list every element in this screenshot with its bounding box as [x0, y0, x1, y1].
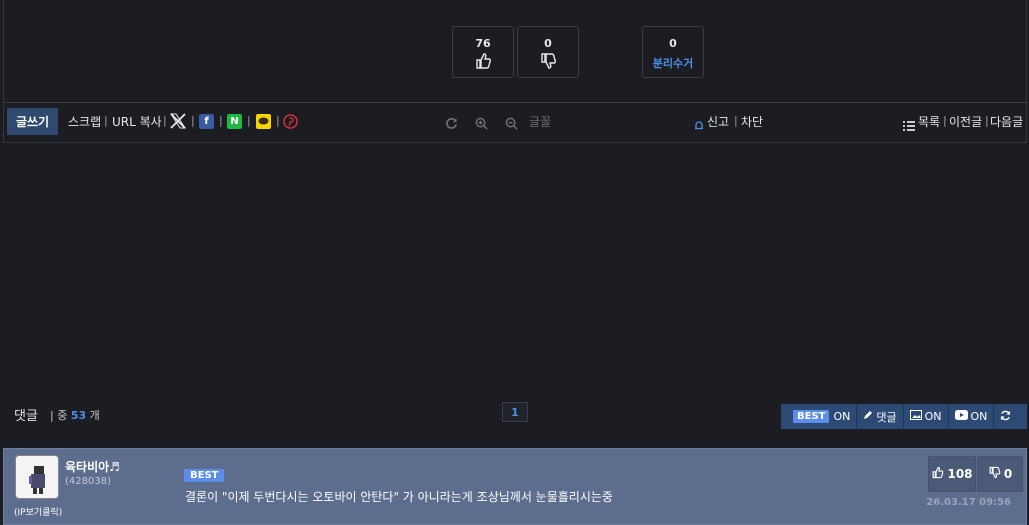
block-link[interactable]: 차단 — [741, 113, 763, 130]
separator: | — [191, 114, 195, 127]
upvote-button[interactable]: 76 — [452, 26, 514, 78]
thumbs-down-icon — [518, 52, 578, 70]
image-state: ON — [924, 410, 942, 423]
pencil-icon — [863, 410, 873, 423]
video-state: ON — [970, 410, 988, 423]
zoom-in-icon[interactable] — [475, 115, 488, 134]
comments-count: | 중 53 개 — [50, 409, 100, 422]
separator: | — [163, 114, 167, 127]
comment-date: 26.03.17 09:56 — [926, 497, 1011, 508]
separator: | — [219, 114, 223, 127]
downvote-button[interactable]: 0 — [517, 26, 579, 78]
comment-dislike-count: 0 — [1003, 467, 1013, 481]
scrap-link[interactable]: 스크랩 — [68, 113, 101, 130]
best-toggle[interactable]: BEST ON — [781, 404, 858, 429]
image-icon — [909, 410, 922, 423]
best-badge: BEST — [184, 469, 225, 482]
recycle-label: 분리수거 — [652, 57, 694, 70]
ip-view-link[interactable]: (IP보기클릭) — [14, 505, 62, 518]
upvote-count: 76 — [475, 37, 491, 50]
next-post-link[interactable]: 다음글 — [990, 113, 1023, 130]
best-tag: BEST — [793, 410, 830, 423]
thumbs-up-icon — [931, 466, 944, 482]
refresh-comments-button[interactable] — [994, 404, 1017, 429]
comment-user-id: (428038) — [65, 476, 111, 487]
list-link[interactable]: 목록 — [918, 113, 940, 130]
thumbs-up-icon — [453, 52, 513, 70]
thumbs-down-icon — [988, 466, 1001, 482]
image-toggle[interactable]: ON — [904, 404, 949, 429]
toolbar-divider — [3, 102, 1027, 103]
separator: | — [247, 114, 251, 127]
x-share-icon[interactable] — [169, 112, 187, 134]
comment-nickname[interactable]: 육타비아♬ — [65, 458, 120, 475]
write-button[interactable]: 글쓰기 — [7, 108, 58, 135]
report-link[interactable]: 신고 — [707, 113, 729, 130]
recycle-count: 0 — [669, 37, 677, 50]
comment-options-bar: BEST ON 댓글 ON ON — [781, 404, 1027, 429]
comment-dislike-button[interactable]: 0 — [977, 456, 1023, 492]
naver-icon[interactable]: N — [227, 114, 242, 129]
prev-post-link[interactable]: 이전글 — [949, 113, 982, 130]
page-button-1[interactable]: 1 — [502, 402, 528, 422]
comments-title: 댓글 — [14, 409, 38, 424]
comment-item: (IP보기클릭) 육타비아♬ (428038) BEST 결론이 "이제 두번다… — [3, 448, 1027, 525]
separator: | — [104, 114, 108, 127]
avatar[interactable] — [15, 455, 59, 499]
zoom-out-icon[interactable] — [505, 115, 518, 134]
reply-label: 댓글 — [876, 410, 897, 424]
separator: | — [943, 114, 947, 127]
comment-like-count: 108 — [947, 467, 973, 481]
separator: | — [276, 114, 280, 127]
refresh-icon[interactable] — [445, 115, 458, 134]
facebook-icon[interactable]: f — [199, 114, 214, 129]
downvote-count: 0 — [544, 37, 552, 50]
font-button[interactable]: 글꼴 — [529, 113, 551, 130]
video-toggle[interactable]: ON — [949, 404, 995, 429]
url-copy-link[interactable]: URL 복사 — [112, 113, 162, 130]
comment-text: 결론이 "이제 두번다시는 오토바이 안탄다" 가 아니라는게 조상님께서 눈물… — [185, 490, 613, 504]
best-state: ON — [833, 410, 851, 423]
refresh-icon — [1000, 410, 1011, 424]
kakao-icon[interactable] — [256, 114, 271, 129]
bell-icon — [694, 116, 704, 135]
pinterest-icon[interactable] — [283, 114, 298, 133]
list-icon — [903, 116, 915, 135]
comment-like-button[interactable]: 108 — [928, 456, 976, 492]
youtube-icon — [954, 410, 968, 423]
recycle-button[interactable]: 0 분리수거 — [642, 26, 704, 78]
reply-toggle[interactable]: 댓글 — [857, 404, 904, 429]
separator: | — [985, 114, 989, 127]
separator: | — [734, 114, 738, 127]
